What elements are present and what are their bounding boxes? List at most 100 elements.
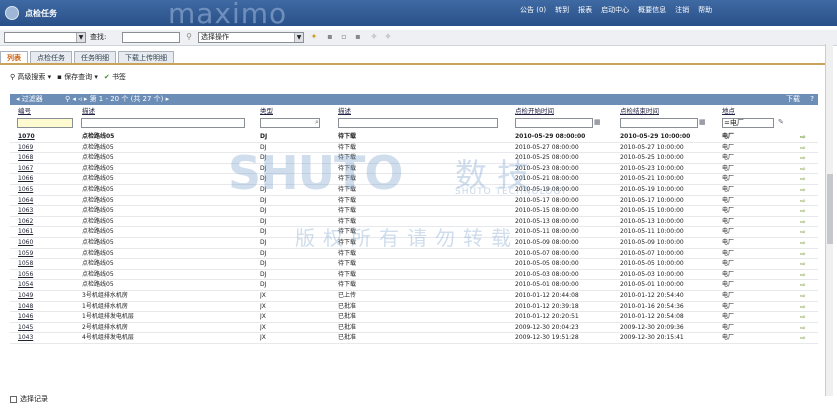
scroll-thumb[interactable] xyxy=(827,174,833,244)
filter-status-input[interactable] xyxy=(338,118,498,128)
select-records[interactable]: 选择记录 xyxy=(10,394,48,404)
route-arrow-icon[interactable]: ⇨ xyxy=(800,227,806,237)
table-row[interactable]: 1065 点检路线05 DJ 待下载 2010-05-19 08:00:00 2010-0… xyxy=(10,185,818,196)
table-row[interactable]: 1043 4号机组排发电机层 JX 已批准 2009-12-30 19:51:28 200… xyxy=(10,333,818,344)
cell-id[interactable]: 1045 xyxy=(18,323,73,333)
route-arrow-icon[interactable]: ⇨ xyxy=(800,164,806,174)
route-arrow-icon[interactable]: ⇨ xyxy=(800,270,806,280)
table-row[interactable]: 1056 点检路线05 DJ 待下载 2010-05-03 08:00:00 2010-0… xyxy=(10,270,818,281)
table-row[interactable]: 1045 2号机组排水机房 JX 已批准 2009-12-30 20:04:23 2009… xyxy=(10,323,818,334)
table-row[interactable]: 1063 点检路线05 DJ 待下载 2010-05-15 08:00:00 2010-0… xyxy=(10,206,818,217)
col-description[interactable]: 描述 xyxy=(82,106,95,116)
cell-id[interactable]: 1061 xyxy=(18,227,73,237)
table-row[interactable]: 1068 点检路线05 DJ 待下载 2010-05-25 08:00:00 2010-0… xyxy=(10,153,818,164)
col-location[interactable]: 地点 xyxy=(722,106,735,116)
menu-profile[interactable]: 概要信息 xyxy=(638,5,666,15)
menu-announcements[interactable]: 公告 (0) xyxy=(520,5,546,15)
find-input[interactable] xyxy=(122,32,180,43)
filter-location-input[interactable]: =电厂 xyxy=(722,118,774,128)
col-status[interactable]: 描述 xyxy=(338,106,351,116)
table-row[interactable]: 1066 点检路线05 DJ 待下载 2010-05-21 08:00:00 2010-0… xyxy=(10,174,818,185)
route-arrow-icon[interactable]: ⇨ xyxy=(800,206,806,216)
select-records-checkbox[interactable] xyxy=(10,395,17,403)
cell-id[interactable]: 1059 xyxy=(18,249,73,259)
route-arrow-icon[interactable]: ⇨ xyxy=(800,312,806,322)
table-row[interactable]: 1059 点检路线05 DJ 待下载 2010-05-07 08:00:00 2010-0… xyxy=(10,249,818,260)
filter-end-input[interactable] xyxy=(620,118,698,128)
cell-id[interactable]: 1043 xyxy=(18,333,73,343)
route-arrow-icon[interactable]: ⇨ xyxy=(800,153,806,163)
cell-id[interactable]: 1063 xyxy=(18,206,73,216)
table-row[interactable]: 1070 点检路线05 DJ 待下载 2010-05-29 08:00:00 2010-0… xyxy=(10,132,818,143)
route-arrow-icon[interactable]: ⇨ xyxy=(800,249,806,259)
cell-id[interactable]: 1049 xyxy=(18,291,73,301)
route-arrow-icon[interactable]: ⇨ xyxy=(800,333,806,343)
lookup-icon[interactable]: ⌕ xyxy=(315,118,319,127)
new-record-icon[interactable]: ✦ xyxy=(309,32,319,42)
route-arrow-icon[interactable]: ⇨ xyxy=(800,217,806,227)
col-type[interactable]: 类型 xyxy=(260,106,273,116)
advanced-search-button[interactable]: ⚲ 高级搜索 ▾ xyxy=(10,72,51,82)
col-start-time[interactable]: 点检开始时间 xyxy=(515,106,554,116)
route-arrow-icon[interactable]: ⇨ xyxy=(800,185,806,195)
save-query-button[interactable]: ▪ 保存查询 ▾ xyxy=(57,72,98,82)
cell-id[interactable]: 1067 xyxy=(18,164,73,174)
vertical-scrollbar[interactable] xyxy=(825,44,833,396)
route-arrow-icon[interactable]: ⇨ xyxy=(800,174,806,184)
query-select[interactable]: ▼ xyxy=(4,32,86,43)
help-icon[interactable]: ? xyxy=(810,94,814,105)
route-arrow-icon[interactable]: ⇨ xyxy=(800,238,806,248)
clear-icon[interactable]: ▫ xyxy=(339,32,349,42)
filter-id-input[interactable] xyxy=(17,118,73,128)
menu-signout[interactable]: 注销 xyxy=(675,5,689,15)
route-arrow-icon[interactable]: ⇨ xyxy=(800,323,806,333)
cell-id[interactable]: 1065 xyxy=(18,185,73,195)
table-row[interactable]: 1069 点检路线05 DJ 待下载 2010-05-27 08:00:00 2010-0… xyxy=(10,143,818,154)
table-row[interactable]: 1058 点检路线05 DJ 待下载 2010-05-05 08:00:00 2010-0… xyxy=(10,259,818,270)
table-row[interactable]: 1060 点检路线05 DJ 待下载 2010-05-09 08:00:00 2010-0… xyxy=(10,238,818,249)
filter-toggle[interactable]: ◂ 过滤器 xyxy=(16,94,43,105)
bookmark-button[interactable]: ✔ 书签 xyxy=(104,72,126,82)
menu-help[interactable]: 帮助 xyxy=(698,5,712,15)
table-row[interactable]: 1054 点检路线05 DJ 待下载 2010-05-01 08:00:00 2010-0… xyxy=(10,280,818,291)
route-arrow-icon[interactable]: ⇨ xyxy=(800,302,806,312)
cell-id[interactable]: 1058 xyxy=(18,259,73,269)
table-row[interactable]: 1067 点检路线05 DJ 待下载 2010-05-23 08:00:00 2010-0… xyxy=(10,164,818,175)
operation-select[interactable]: 选择操作 ▼ xyxy=(198,32,304,43)
table-row[interactable]: 1046 1号机组排发电机层 JX 已批准 2010-01-12 20:20:51 201… xyxy=(10,312,818,323)
cell-id[interactable]: 1070 xyxy=(18,132,73,142)
table-row[interactable]: 1062 点检路线05 DJ 待下载 2010-05-13 08:00:00 2010-0… xyxy=(10,217,818,228)
table-row[interactable]: 1064 点检路线05 DJ 待下载 2010-05-17 08:00:00 2010-0… xyxy=(10,196,818,207)
binoculars-icon[interactable]: ⚲ xyxy=(184,32,194,42)
menu-start-center[interactable]: 启动中心 xyxy=(601,5,629,15)
cell-id[interactable]: 1060 xyxy=(18,238,73,248)
filter-description-input[interactable] xyxy=(81,118,245,128)
pencil-icon[interactable]: ✎ xyxy=(778,118,784,126)
table-row[interactable]: 1061 点检路线05 DJ 待下载 2010-05-11 08:00:00 2010-0… xyxy=(10,227,818,238)
menu-reports[interactable]: 报表 xyxy=(578,5,592,15)
route-arrow-icon[interactable]: ⇨ xyxy=(800,196,806,206)
cell-id[interactable]: 1062 xyxy=(18,217,73,227)
route-arrow-icon[interactable]: ⇨ xyxy=(800,291,806,301)
table-row[interactable]: 1049 3号机组排水机房 JX 已上传 2010-01-12 20:44:08 2010… xyxy=(10,291,818,302)
cell-id[interactable]: 1048 xyxy=(18,302,73,312)
cell-id[interactable]: 1054 xyxy=(18,280,73,290)
cell-id[interactable]: 1064 xyxy=(18,196,73,206)
previous-icon[interactable]: ✧ xyxy=(369,32,379,42)
menu-goto[interactable]: 转到 xyxy=(555,5,569,15)
filter-start-input[interactable] xyxy=(515,118,593,128)
cell-id[interactable]: 1046 xyxy=(18,312,73,322)
cell-id[interactable]: 1066 xyxy=(18,174,73,184)
route-arrow-icon[interactable]: ⇨ xyxy=(800,143,806,153)
bulletin-icon[interactable]: ▪ xyxy=(353,32,363,42)
col-id[interactable]: 编号 xyxy=(18,106,31,116)
cell-id[interactable]: 1069 xyxy=(18,143,73,153)
route-arrow-icon[interactable]: ⇨ xyxy=(800,280,806,290)
route-arrow-icon[interactable]: ⇨ xyxy=(800,259,806,269)
save-icon[interactable]: ▪ xyxy=(325,32,335,42)
col-end-time[interactable]: 点检结束时间 xyxy=(620,106,659,116)
cell-id[interactable]: 1056 xyxy=(18,270,73,280)
calendar-icon[interactable]: ▦ xyxy=(594,118,601,126)
page-navigation[interactable]: ⚲ ◂ ◃ ▸ 第 1 - 20 个 (共 27 个) ▸ xyxy=(65,94,169,105)
next-icon[interactable]: ✧ xyxy=(383,32,393,42)
